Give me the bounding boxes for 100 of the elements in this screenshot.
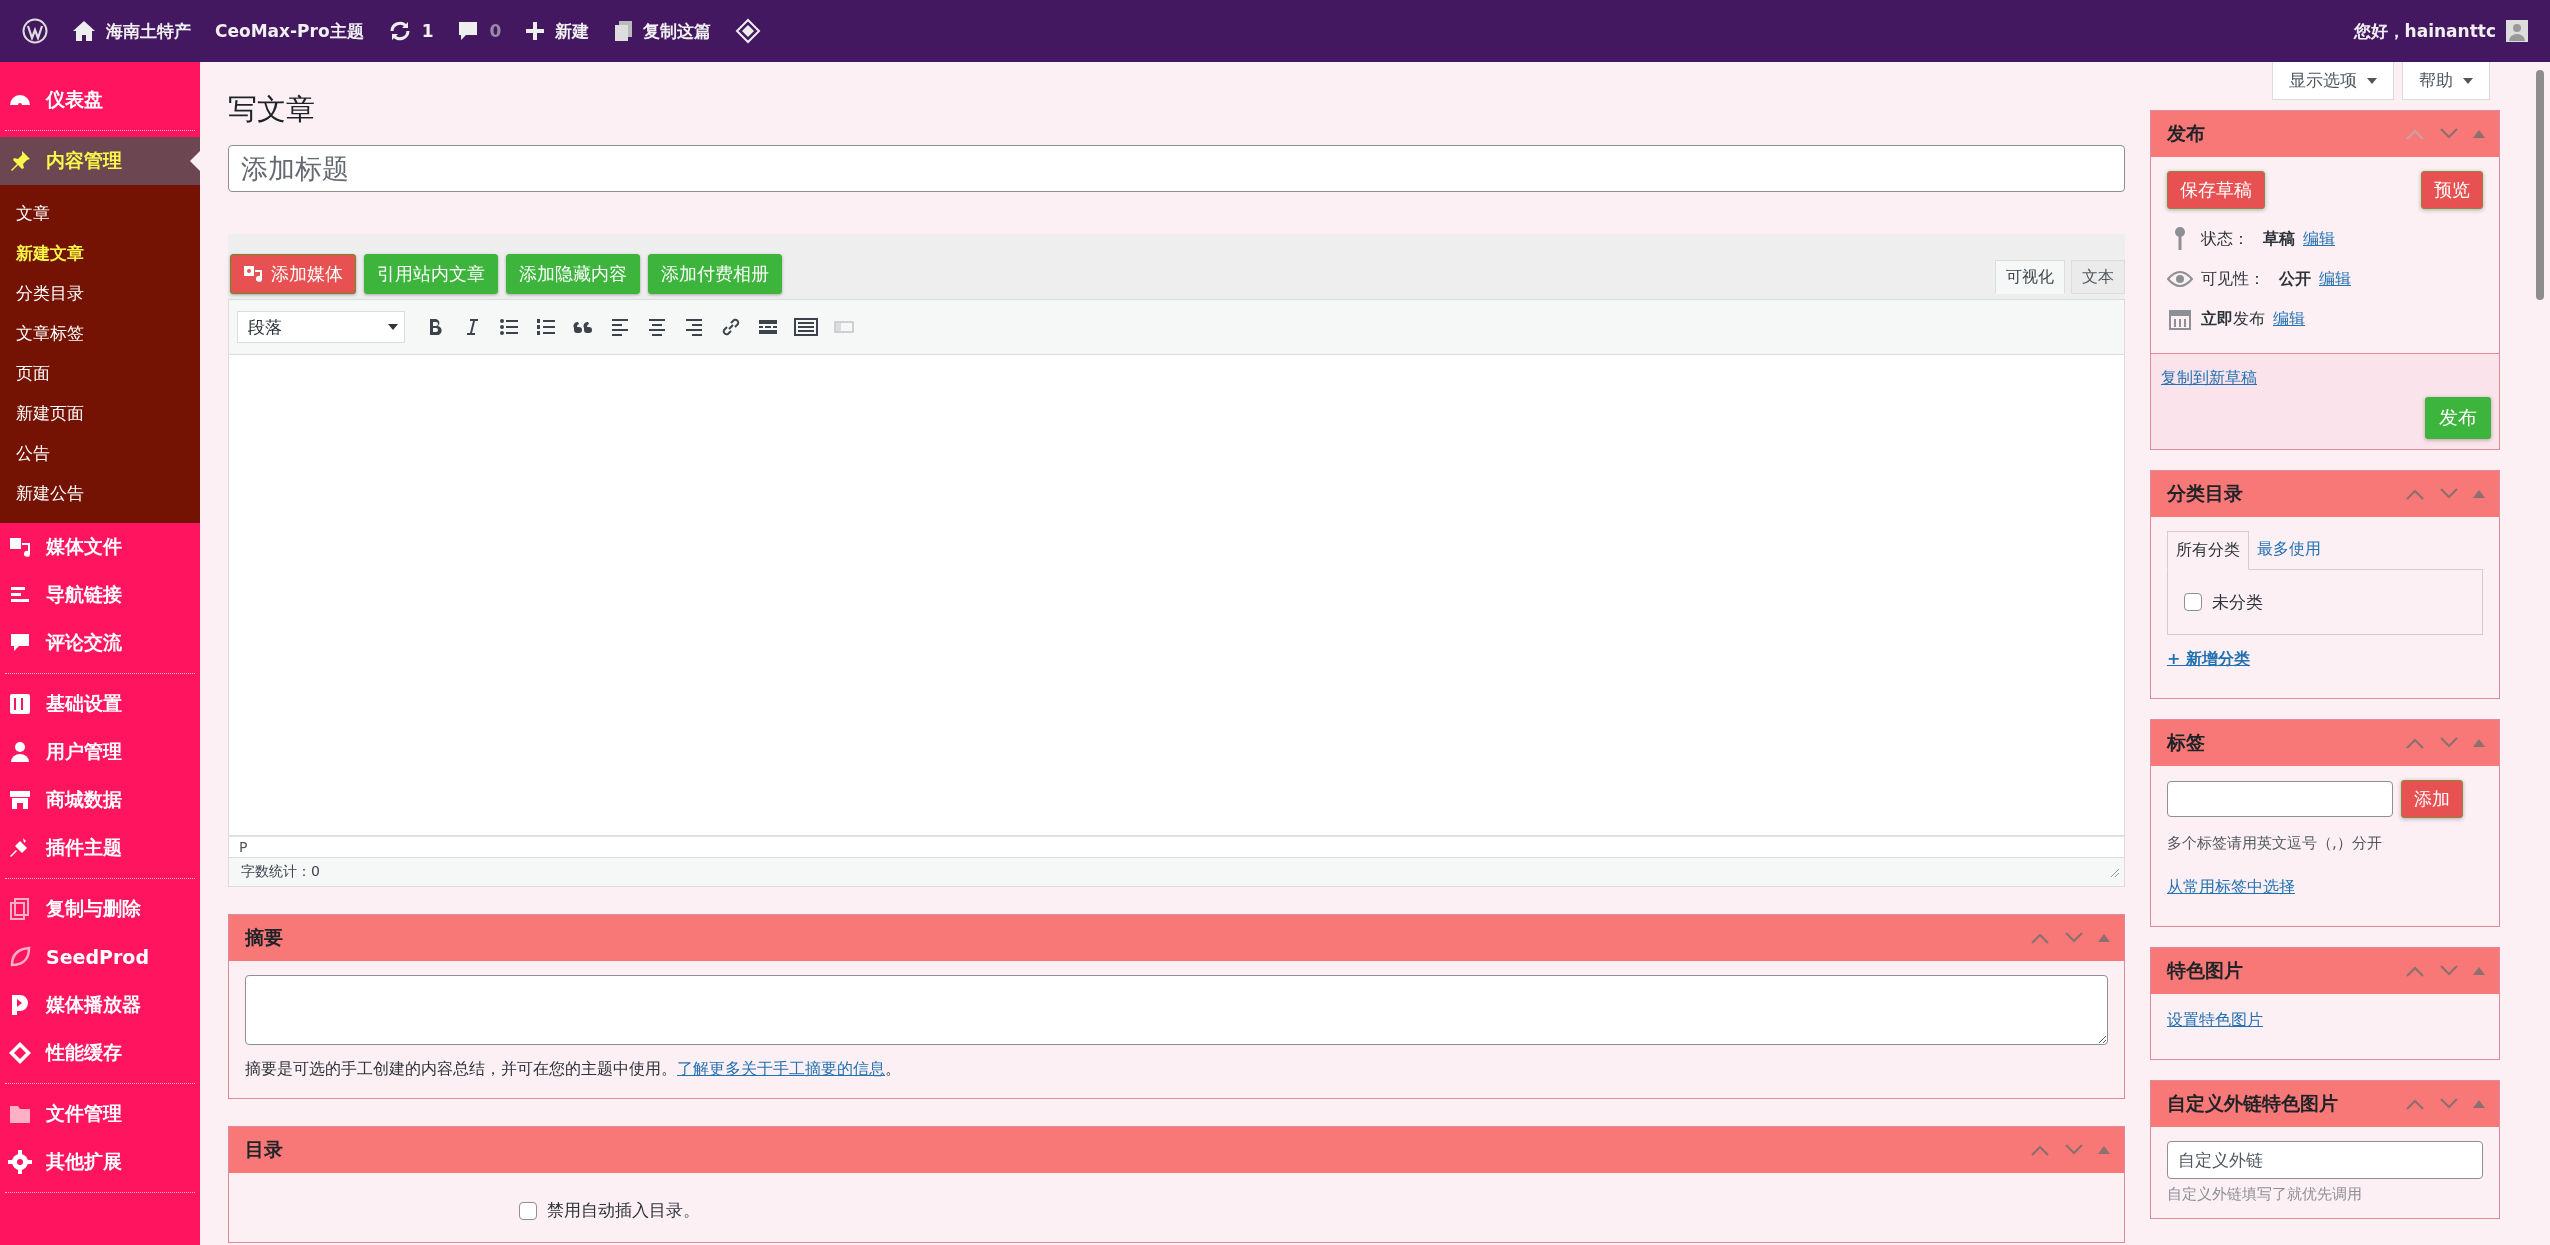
resize-handle-icon[interactable] — [2108, 866, 2120, 878]
collapse-icon[interactable] — [2473, 130, 2485, 138]
submenu-item[interactable]: 新建页面 — [0, 393, 200, 433]
chevron-down-icon[interactable] — [2439, 488, 2459, 500]
submenu-item[interactable]: 文章标签 — [0, 313, 200, 353]
sidebar-item[interactable]: 媒体播放器 — [0, 981, 200, 1029]
excerpt-help-text: 摘要是可选的手工创建的内容总结，并可在您的主题中使用。了解更多关于手工摘要的信息。 — [245, 1059, 902, 1080]
sidebar-item[interactable]: 仪表盘 — [0, 76, 200, 124]
screen-option-button[interactable]: 显示选项 — [2272, 62, 2394, 100]
chevron-down-icon[interactable] — [2439, 1098, 2459, 1110]
submenu-item[interactable]: 公告 — [0, 433, 200, 473]
submenu-item[interactable]: 文章 — [0, 193, 200, 233]
box-title: 标签 — [2167, 730, 2205, 755]
sidebar-item[interactable]: 性能缓存 — [0, 1029, 200, 1077]
sidebar-item[interactable]: 导航链接 — [0, 571, 200, 619]
sidebar-item[interactable]: SeedProd — [0, 933, 200, 981]
submenu-item[interactable]: 分类目录 — [0, 273, 200, 313]
collapse-icon[interactable] — [2473, 1100, 2485, 1108]
edit-link[interactable]: 编辑 — [2319, 268, 2351, 290]
chevron-up-icon[interactable] — [2030, 1144, 2050, 1156]
chevron-up-icon[interactable] — [2405, 965, 2425, 977]
collapse-icon[interactable] — [2473, 490, 2485, 498]
align-left-icon[interactable] — [609, 316, 631, 338]
media-button[interactable]: 添加隐藏内容 — [506, 254, 640, 294]
set-featured-image-link[interactable]: 设置特色图片 — [2167, 1010, 2263, 1031]
media-button[interactable]: 添加付费相册 — [648, 254, 782, 294]
submenu-item[interactable]: 新建公告 — [0, 473, 200, 513]
choose-tags-link[interactable]: 从常用标签中选择 — [2167, 877, 2295, 898]
word-count: 字数统计：0 — [241, 863, 320, 881]
admin-bar-item[interactable]: 1 — [375, 0, 446, 62]
media-button[interactable]: 引用站内文章 — [364, 254, 498, 294]
sidebar-item[interactable]: 基础设置 — [0, 680, 200, 728]
checkbox[interactable] — [519, 1201, 537, 1220]
sidebar-item[interactable]: 复制与删除 — [0, 885, 200, 933]
checkbox[interactable] — [2184, 593, 2202, 611]
align-center-icon[interactable] — [646, 316, 668, 338]
chevron-up-icon[interactable] — [2405, 737, 2425, 749]
submenu-item[interactable]: 页面 — [0, 353, 200, 393]
add-category-link[interactable]: + 新增分类 — [2167, 649, 2250, 670]
admin-bar-item[interactable]: 新建 — [513, 0, 602, 62]
sidebar-item[interactable]: 商城数据 — [0, 776, 200, 824]
collapse-icon[interactable] — [2473, 967, 2485, 975]
page-title: 写文章 — [228, 91, 316, 128]
sidebar-item[interactable]: 评论交流 — [0, 619, 200, 667]
submenu-item[interactable]: 新建文章 — [0, 233, 200, 273]
numbered-list-icon[interactable] — [535, 316, 557, 338]
collapse-icon[interactable] — [2098, 1146, 2110, 1154]
save-draft-button[interactable]: 保存草稿 — [2167, 171, 2265, 209]
edit-link[interactable]: 编辑 — [2303, 228, 2335, 250]
copy-to-draft-link[interactable]: 复制到新草稿 — [2161, 368, 2257, 387]
chevron-up-icon[interactable] — [2405, 488, 2425, 500]
status-label: 可见性： — [2201, 268, 2265, 290]
scrollbar-thumb[interactable] — [2536, 70, 2544, 300]
sidebar-item[interactable]: 其他扩展 — [0, 1138, 200, 1186]
category-tab[interactable]: 所有分类 — [2167, 531, 2249, 570]
sidebar-item[interactable]: 用户管理 — [0, 728, 200, 776]
learn-more-link[interactable]: 了解更多关于手工摘要的信息 — [677, 1059, 885, 1078]
admin-bar-item[interactable]: 海南土特产 — [60, 0, 203, 62]
screen-option-button[interactable]: 帮助 — [2402, 62, 2490, 100]
collapse-icon[interactable] — [2473, 739, 2485, 747]
tag-hint: 多个标签请用英文逗号（,）分开 — [2167, 834, 2383, 853]
chevron-down-icon[interactable] — [2439, 965, 2459, 977]
checkbox-label: 禁用自动插入目录。 — [547, 1199, 700, 1222]
editor-tab[interactable]: 文本 — [2071, 260, 2125, 294]
status-value: 公开 — [2279, 268, 2311, 290]
preview-button[interactable]: 预览 — [2421, 171, 2483, 209]
external-link-field[interactable]: 自定义外链 — [2167, 1141, 2483, 1179]
category-tab[interactable]: 最多使用 — [2249, 531, 2329, 569]
add-tag-button[interactable]: 添加 — [2401, 780, 2463, 818]
sidebar-item[interactable]: 内容管理 — [0, 137, 200, 185]
box-title: 发布 — [2167, 121, 2205, 146]
excerpt-field[interactable] — [245, 975, 2108, 1045]
chevron-down-icon[interactable] — [2064, 932, 2084, 944]
keyboard-icon[interactable] — [794, 316, 818, 338]
edit-link[interactable]: 编辑 — [2273, 308, 2305, 330]
chevron-down-icon[interactable] — [2439, 737, 2459, 749]
chevron-down-icon[interactable] — [2439, 128, 2459, 140]
bullet-list-icon[interactable] — [498, 316, 520, 338]
admin-bar-item[interactable]: CeoMax-Pro主题 — [203, 0, 376, 62]
admin-bar-item[interactable]: 复制这篇 — [601, 0, 724, 62]
chevron-down-icon[interactable] — [2064, 1144, 2084, 1156]
account-menu[interactable]: 您好，hainanttc — [2341, 0, 2540, 62]
comment-icon — [457, 20, 480, 42]
editor-tab[interactable]: 可视化 — [1995, 260, 2065, 294]
publish-button[interactable]: 发布 — [2425, 397, 2491, 439]
sidebar-item[interactable]: 文件管理 — [0, 1090, 200, 1138]
tag-field[interactable] — [2167, 781, 2393, 817]
editor-content-area[interactable] — [228, 355, 2125, 836]
link-icon[interactable] — [720, 316, 742, 338]
chevron-up-icon[interactable] — [2405, 1098, 2425, 1110]
documents-icon — [613, 20, 634, 42]
sidebar-item[interactable]: 插件主题 — [0, 824, 200, 872]
collapse-icon[interactable] — [2098, 934, 2110, 942]
align-right-icon[interactable] — [683, 316, 705, 338]
sidebar-item[interactable]: 媒体文件 — [0, 523, 200, 571]
chevron-up-icon[interactable] — [2030, 932, 2050, 944]
title-field[interactable]: 添加标题 — [228, 145, 2125, 192]
media-button[interactable]: 添加媒体 — [230, 254, 356, 294]
format-select[interactable]: 段落 — [237, 311, 405, 343]
admin-bar-item[interactable]: 0 — [445, 0, 514, 62]
